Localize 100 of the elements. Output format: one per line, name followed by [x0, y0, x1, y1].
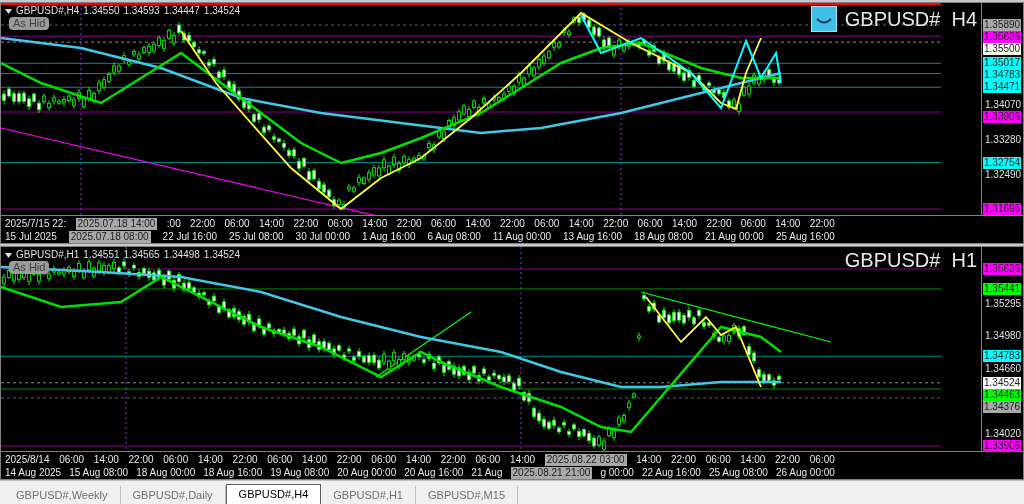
price-tick: 1.33280: [985, 133, 1022, 146]
price-tag: 1.35017: [983, 57, 1022, 70]
quote-value: 1.34593: [123, 6, 160, 16]
chart-title: GBPUSD# H1: [844, 250, 977, 270]
quote-value: 1.34447: [163, 6, 200, 16]
chart-tab[interactable]: GBPUSD#,Daily: [120, 486, 226, 504]
cursor-time-label: 2025.07.18 08:00: [68, 230, 151, 243]
time-label: 06:00: [267, 453, 293, 466]
chart-title: GBPUSD# H4: [844, 9, 977, 29]
time-label: 06:00: [705, 453, 731, 466]
time-label: :00: [166, 217, 181, 230]
time-label: 06:00: [637, 217, 663, 230]
price-tag: 1.35500: [983, 43, 1022, 55]
time-label: 2025/8/14: [5, 453, 50, 466]
time-label: 30 Jul 00:00: [295, 230, 351, 243]
cursor-time-label: 2025.08.21 21:00: [510, 466, 593, 479]
price-tag: 1.33906: [983, 440, 1022, 453]
time-label: 18 Aug 16:00: [203, 466, 263, 479]
time-label: 06:00: [740, 217, 766, 230]
price-tick: 1.34980: [985, 330, 1022, 343]
time-label: 11 Aug 00:00: [492, 230, 552, 243]
price-tag: 1.33906: [983, 110, 1022, 123]
time-label: 22:00: [336, 453, 362, 466]
time-label: 22:00: [396, 217, 422, 230]
time-label: 6 Aug 08:00: [427, 230, 481, 243]
chart-tab[interactable]: GBPUSD#,H1: [321, 486, 416, 504]
price-tag: 1.35636: [983, 31, 1022, 43]
time-label: 14:00: [740, 453, 766, 466]
chart-tab[interactable]: GBPUSD#,H4: [225, 484, 322, 504]
hide-button[interactable]: As Hid: [9, 17, 50, 30]
quote-value: 1.34565: [123, 250, 160, 260]
time-label: 25 Aug 16:00: [775, 230, 835, 243]
chart-symbol: GBPUSD#,H1: [16, 250, 80, 260]
quote-value: 1.34524: [203, 250, 240, 260]
price-tick: 1.34660: [985, 362, 1022, 375]
time-label: 14:00: [568, 217, 594, 230]
time-label: 22 Aug 16:00: [641, 466, 701, 479]
price-tag: 1.34783: [983, 69, 1022, 82]
time-label: 14:00: [510, 453, 536, 466]
quote-value: 1.34551: [83, 250, 120, 260]
time-label: 21 Aug 00:00: [704, 230, 764, 243]
cursor-time-label: 2025.08.22 03:00: [544, 453, 627, 466]
time-label: 22:00: [671, 453, 696, 466]
cursor-time-label: 2025.07.18 14:00: [75, 217, 158, 230]
price-tick: 1.35295: [985, 297, 1022, 310]
time-label: 14:00: [636, 453, 662, 466]
price-tag: 1.31696: [983, 203, 1022, 215]
price-tag: 1.35636: [983, 263, 1022, 275]
time-label: 15 Jul 2025: [5, 230, 57, 243]
time-label: 13 Aug 16:00: [563, 230, 622, 243]
time-label: 14:00: [258, 217, 284, 230]
time-label: 06:00: [371, 453, 397, 466]
quote-value: 1.34550: [83, 6, 120, 16]
price-tag: 1.34471: [983, 81, 1022, 94]
quote-value: 1.34498: [163, 250, 200, 260]
chart-tab[interactable]: GBPUSD#,Weekly: [4, 486, 121, 504]
time-label: 22:00: [190, 217, 216, 230]
time-label: 18 Aug 00:00: [136, 466, 196, 479]
price-tag: 1.32754: [983, 156, 1022, 169]
time-label: 22:00: [809, 217, 835, 230]
price-tag: 1.35890: [983, 19, 1022, 31]
time-label: 06:00: [327, 217, 353, 230]
time-label: 14:00: [93, 453, 119, 466]
time-label: 14:00: [406, 453, 432, 466]
chart-tab[interactable]: GBPUSD#,M15: [416, 486, 518, 504]
price-tick: 1.34070: [985, 98, 1022, 111]
price-tag: 1.34783: [983, 350, 1022, 363]
time-label: 06:00: [224, 217, 250, 230]
time-label: 20 Aug 00:00: [337, 466, 397, 479]
time-label: 22:00: [775, 453, 801, 466]
time-label: 06:00: [534, 217, 560, 230]
time-label: 14:00: [672, 217, 698, 230]
time-label: 06:00: [431, 217, 457, 230]
price-tag: 1.34524: [983, 376, 1022, 389]
hide-button[interactable]: As Hid: [9, 261, 50, 274]
chart-symbol: GBPUSD#,H4: [16, 6, 80, 16]
time-label: 06:00: [163, 453, 189, 466]
time-label: g 00:00: [600, 466, 634, 479]
time-label: 14:00: [197, 453, 223, 466]
time-label: 18 Aug 08:00: [634, 230, 693, 243]
time-label: 22:00: [232, 453, 258, 466]
time-label: 14:00: [775, 217, 801, 230]
time-label: 25 Jul 08:00: [229, 230, 284, 243]
time-label: 26 Aug 00:00: [775, 466, 835, 479]
time-label: 06:00: [809, 453, 835, 466]
time-label: 2025/7/15 22:: [5, 217, 67, 230]
time-label: 14:00: [362, 217, 388, 230]
price-tag: 1.35441: [983, 282, 1022, 295]
time-label: 22:00: [603, 217, 629, 230]
time-label: 25 Aug 08:00: [708, 466, 768, 479]
time-label: 15 Aug 08:00: [69, 466, 129, 479]
time-label: 22:00: [499, 217, 525, 230]
time-label: 06:00: [59, 453, 85, 466]
time-label: 22:00: [706, 217, 732, 230]
time-label: 19 Aug 08:00: [270, 466, 330, 479]
time-label: 14:00: [465, 217, 491, 230]
price-tick: 1.32490: [985, 168, 1022, 181]
time-label: 06:00: [475, 453, 501, 466]
time-label: 21 Aug: [471, 466, 503, 479]
quote-value: 1.34524: [203, 6, 240, 16]
